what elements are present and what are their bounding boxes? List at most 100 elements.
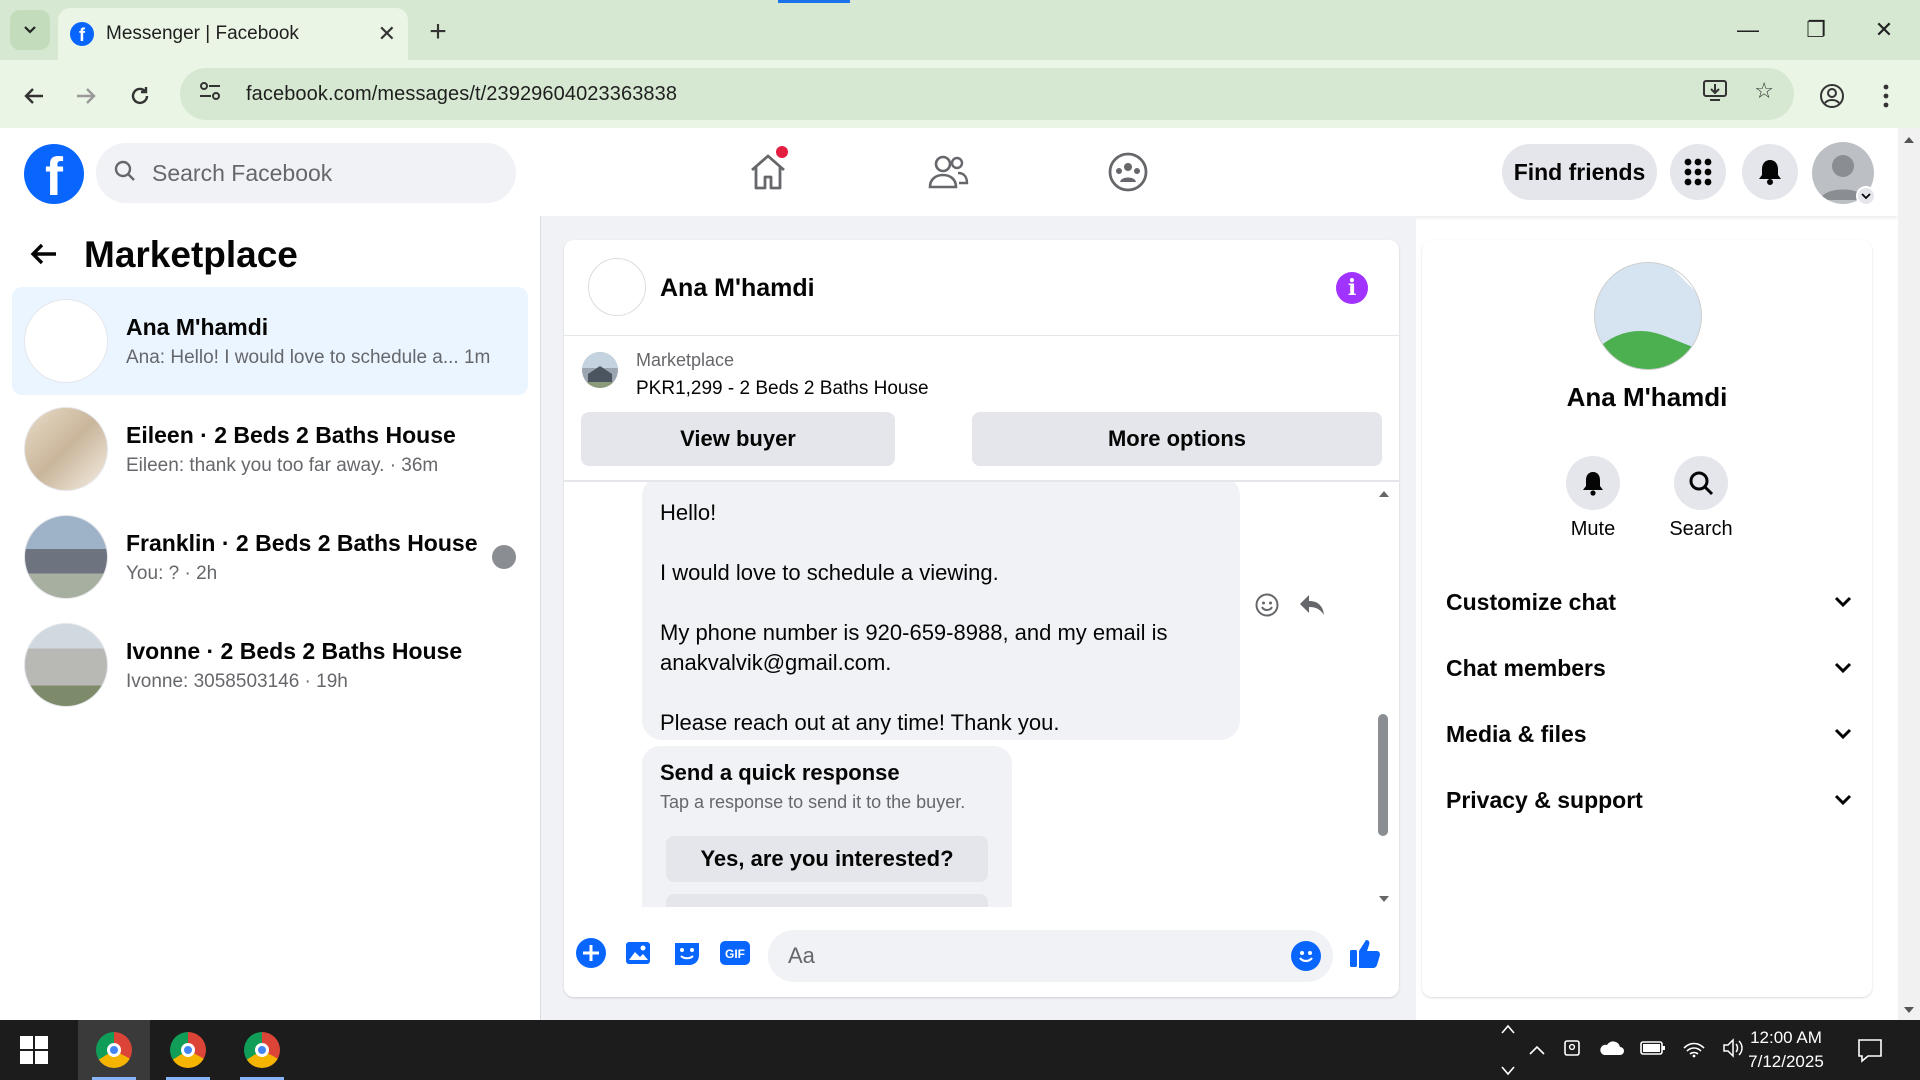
- onedrive-cloud-icon[interactable]: [1598, 1040, 1624, 1061]
- close-tab-icon[interactable]: ✕: [378, 21, 396, 47]
- sticker-button[interactable]: [670, 936, 704, 970]
- facebook-header: f Search Facebook Find friends: [0, 128, 1898, 216]
- reply-icon[interactable]: [1298, 592, 1326, 623]
- house-listing-thumbnail: [24, 407, 108, 491]
- quick-response-option[interactable]: Yes, are you interested?: [666, 836, 988, 882]
- react-emoji-icon[interactable]: [1254, 592, 1280, 623]
- arrow-right-icon: [77, 88, 96, 104]
- chevron-up-icon[interactable]: [1528, 1040, 1546, 1061]
- conversation-item[interactable]: Ivonne · 2 Beds 2 Baths House Ivonne: 30…: [12, 611, 528, 719]
- facebook-logo[interactable]: f: [24, 144, 84, 204]
- conversation-preview: You: ? · 2h: [126, 562, 218, 584]
- conversation-preview: Eileen: thank you too far away. · 36m: [126, 454, 439, 476]
- site-info-icon[interactable]: [198, 80, 226, 108]
- find-friends-button[interactable]: Find friends: [1502, 144, 1657, 200]
- taskbar-chrome-app[interactable]: [78, 1020, 150, 1080]
- search-label: Search: [1669, 518, 1733, 540]
- system-clock[interactable]: 12:00 AM 7/12/2025: [1738, 1026, 1834, 1074]
- clock-date: 7/12/2025: [1748, 1052, 1824, 1071]
- search-placeholder: Search Facebook: [152, 159, 333, 186]
- account-dropdown-icon[interactable]: [1856, 186, 1876, 206]
- info-icon[interactable]: i: [1336, 272, 1368, 304]
- chat-avatar[interactable]: [588, 258, 646, 316]
- row-label: Media & files: [1446, 720, 1587, 747]
- plus-circle-icon: [576, 938, 606, 968]
- chat-contact-name[interactable]: Ana M'hamdi: [660, 274, 815, 303]
- address-bar[interactable]: facebook.com/messages/t/2392960402336383…: [180, 68, 1794, 120]
- windows-start-icon[interactable]: [20, 1036, 48, 1064]
- chat-members-row[interactable]: Chat members: [1446, 648, 1852, 688]
- wifi-icon[interactable]: [1682, 1038, 1706, 1063]
- install-app-icon[interactable]: [1702, 78, 1728, 108]
- privacy-support-row[interactable]: Privacy & support: [1446, 780, 1852, 820]
- message-line: My phone number is 920-659-8988, and my …: [660, 620, 1168, 675]
- facebook-search-input[interactable]: Search Facebook: [96, 143, 516, 203]
- home-notification-dot: [776, 146, 788, 158]
- chevron-down-icon: [1834, 596, 1852, 608]
- friends-nav-button[interactable]: [922, 148, 974, 196]
- attach-photo-button[interactable]: [622, 936, 656, 970]
- conversation-name: Franklin · 2 Beds 2 Baths House: [126, 529, 478, 556]
- bookmark-star-icon[interactable]: ☆: [1754, 78, 1774, 108]
- conversation-item[interactable]: Franklin · 2 Beds 2 Baths House You: ? ·…: [12, 503, 528, 611]
- taskbar-chrome-app[interactable]: [152, 1020, 224, 1080]
- new-tab-button[interactable]: +: [418, 14, 458, 50]
- page-scrollbar[interactable]: [1898, 128, 1920, 1020]
- taskbar-scroll[interactable]: [1496, 1024, 1520, 1076]
- browser-menu-button[interactable]: [1866, 76, 1906, 116]
- message-placeholder: Aa: [788, 943, 815, 968]
- conversation-item[interactable]: Ana M'hamdi Ana: Hello! I would love to …: [12, 287, 528, 395]
- search-in-chat-button[interactable]: Search: [1661, 456, 1741, 541]
- restore-button[interactable]: ❐: [1788, 8, 1844, 52]
- tab-search-button[interactable]: [10, 10, 50, 50]
- contact-name: Ana M'hamdi: [1566, 382, 1728, 412]
- conversation-item[interactable]: Eileen · 2 Beds 2 Baths House Eileen: th…: [12, 395, 528, 503]
- meet-now-icon[interactable]: [1562, 1039, 1582, 1062]
- notification-center-icon[interactable]: [1856, 1036, 1884, 1064]
- message-input[interactable]: Aa: [768, 930, 1333, 982]
- minimize-button[interactable]: —: [1720, 8, 1776, 52]
- listing-title[interactable]: PKR1,299 - 2 Beds 2 Baths House: [636, 378, 929, 400]
- message-scrollbar[interactable]: [1376, 482, 1392, 907]
- tab-title: Messenger | Facebook: [106, 23, 299, 44]
- reload-icon: [131, 87, 149, 105]
- notifications-button[interactable]: [1742, 144, 1798, 200]
- profile-button[interactable]: [1812, 76, 1852, 116]
- contact-profile-picture[interactable]: [1594, 262, 1702, 370]
- back-button[interactable]: [14, 76, 54, 116]
- message-bubble[interactable]: Hello! I would love to schedule a viewin…: [642, 482, 1240, 740]
- customize-chat-row[interactable]: Customize chat: [1446, 582, 1852, 622]
- house-listing-thumbnail: [24, 515, 108, 599]
- browser-tab-messenger[interactable]: f Messenger | Facebook ✕: [58, 8, 408, 60]
- conversation-name: Ana M'hamdi: [126, 313, 269, 340]
- gif-button[interactable]: GIF: [718, 936, 752, 970]
- message-composer: GIF Aa: [564, 912, 1399, 997]
- seen-avatar: [492, 545, 516, 569]
- battery-icon[interactable]: [1640, 1040, 1666, 1061]
- quick-response-option[interactable]: [666, 894, 988, 907]
- view-buyer-button[interactable]: View buyer: [581, 412, 895, 466]
- groups-nav-button[interactable]: [1102, 148, 1154, 196]
- message-scrollbar-thumb[interactable]: [1378, 714, 1388, 836]
- photo-icon: [626, 942, 650, 964]
- media-files-row[interactable]: Media & files: [1446, 714, 1852, 754]
- marketplace-label: Marketplace: [636, 350, 735, 370]
- mute-button[interactable]: Mute: [1553, 456, 1633, 541]
- chat-header: Ana M'hamdi i: [564, 240, 1399, 336]
- reload-button[interactable]: [120, 76, 160, 116]
- bell-icon: [1759, 160, 1781, 185]
- emoji-icon[interactable]: [1291, 941, 1321, 971]
- message-line: Please reach out at any time! Thank you.: [660, 710, 1060, 735]
- more-options-button[interactable]: More options: [972, 412, 1382, 466]
- back-to-chats-button[interactable]: [28, 238, 68, 278]
- search-icon: [114, 160, 138, 187]
- close-window-button[interactable]: ✕: [1856, 8, 1912, 52]
- menu-button[interactable]: [1670, 144, 1726, 200]
- browser-toolbar: facebook.com/messages/t/2392960402336383…: [0, 60, 1920, 128]
- forward-button[interactable]: [66, 76, 106, 116]
- more-actions-button[interactable]: [574, 936, 608, 970]
- conversation-preview: Ana: Hello! I would love to schedule a..…: [126, 346, 491, 368]
- like-button[interactable]: [1348, 936, 1382, 970]
- home-icon: [751, 154, 785, 190]
- taskbar-chrome-app[interactable]: [226, 1020, 298, 1080]
